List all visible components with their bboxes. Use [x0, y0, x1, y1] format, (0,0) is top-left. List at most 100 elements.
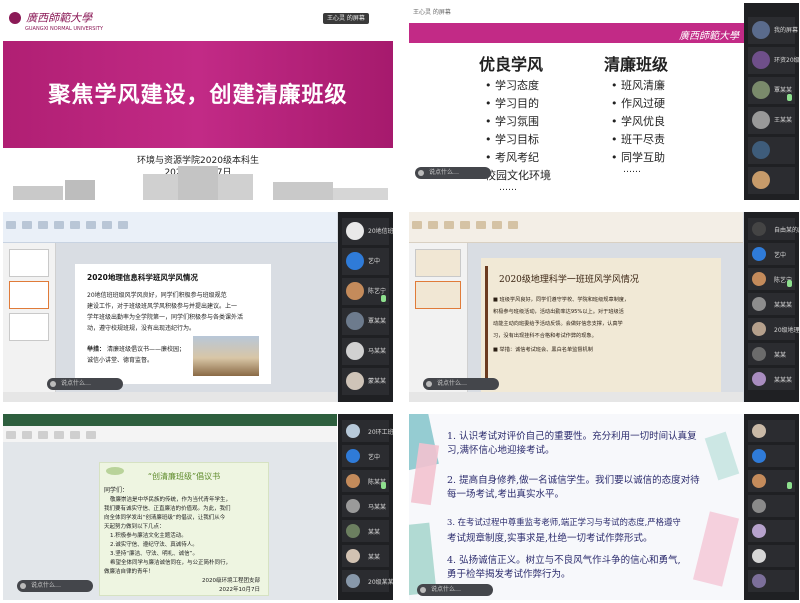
- chat-input[interactable]: 说点什么…: [17, 580, 93, 592]
- avatar: [752, 272, 766, 286]
- slide-thumbnail[interactable]: [415, 281, 461, 309]
- presenter-label[interactable]: 王心灵 的屏幕: [323, 13, 369, 24]
- participant-tile[interactable]: 覃某某: [342, 308, 389, 335]
- avatar: [752, 51, 770, 69]
- participant-tile[interactable]: 马某某: [342, 338, 389, 365]
- participant-tile[interactable]: 环资20级班主任: [748, 47, 799, 74]
- body-line: 敬廉崇洁是中华民族的传统，作为当代青年学生，: [110, 497, 232, 503]
- avatar: [752, 297, 766, 311]
- mic-icon: [381, 482, 386, 489]
- toolbar-button[interactable]: [22, 221, 32, 229]
- toolbar-button[interactable]: [508, 221, 518, 229]
- slide-thumbnail[interactable]: [9, 313, 49, 341]
- toolbar-button[interactable]: [54, 431, 64, 439]
- participant-tile[interactable]: [748, 420, 795, 442]
- editor-toolbar: [3, 212, 337, 243]
- avatar: [346, 549, 360, 563]
- list-item: ……: [499, 183, 517, 193]
- chat-input[interactable]: 说点什么…: [47, 378, 123, 390]
- toolbar-button[interactable]: [70, 431, 80, 439]
- slide-thumbnail[interactable]: [415, 249, 461, 277]
- list-item: • 同学互助: [611, 151, 665, 164]
- toolbar-button[interactable]: [118, 221, 128, 229]
- chat-input[interactable]: 说点什么…: [415, 167, 491, 179]
- pledge-line: 勇于检举揭发考试作弊行为。: [447, 569, 571, 580]
- participant-tile[interactable]: 某某: [342, 545, 389, 567]
- slide-heading: 2020地理信息科学班风学风情况: [87, 273, 198, 282]
- participant-tile[interactable]: 20地信班的屏幕: [342, 218, 393, 245]
- participant-tile[interactable]: [748, 167, 795, 194]
- participant-tile[interactable]: 艺中: [342, 248, 389, 275]
- participant-tile[interactable]: 自由某的屏幕共享: [748, 218, 799, 240]
- status-bar: [3, 392, 337, 402]
- pledge-line: 1. 认识考试对评价自己的重要性。充分利用一切时间认真复: [447, 431, 697, 442]
- participant-tile[interactable]: 某某: [342, 520, 389, 542]
- list-item: • 学习目标: [485, 133, 539, 146]
- chat-input[interactable]: 说点什么…: [417, 584, 493, 596]
- toolbar-button[interactable]: [54, 221, 64, 229]
- slide-thumbnail[interactable]: [9, 249, 49, 277]
- participant-tile[interactable]: [748, 137, 795, 164]
- avatar: [346, 312, 364, 330]
- avatar: [752, 372, 766, 386]
- letter-signature: 2020级环境工程团支部: [202, 578, 260, 584]
- participant-tile[interactable]: 陈艺宁: [342, 278, 389, 305]
- participant-tile[interactable]: 某某某: [748, 368, 795, 390]
- slide-thumbnail[interactable]: [9, 281, 49, 309]
- toolbar-button[interactable]: [412, 221, 422, 229]
- chat-input[interactable]: 说点什么…: [423, 378, 499, 390]
- list-item: • 学风优良: [611, 115, 665, 128]
- toolbar-button[interactable]: [38, 431, 48, 439]
- pledge-line: 2. 提高自身修养,做一名诚信学生。我们要以诚信的态度对待: [447, 475, 700, 486]
- chat-icon: [426, 381, 432, 387]
- participant-tile[interactable]: 某某: [748, 343, 795, 365]
- presenter-label[interactable]: 王心灵 的屏幕: [413, 7, 451, 16]
- toolbar-button[interactable]: [38, 221, 48, 229]
- avatar: [346, 372, 364, 390]
- participant-tile[interactable]: 某某某: [748, 293, 795, 315]
- proposal-letter: “创清廉班级”倡议书 同学们： 敬廉崇洁是中华民族的传统，作为当代青年学生， 我…: [99, 462, 269, 596]
- participant-tile[interactable]: 覃某某: [748, 77, 795, 104]
- toolbar-button[interactable]: [460, 221, 470, 229]
- participant-tile[interactable]: 蒙某某: [342, 368, 389, 395]
- toolbar-button[interactable]: [476, 221, 486, 229]
- toolbar-button[interactable]: [6, 221, 16, 229]
- participant-tile[interactable]: 陈某某: [342, 470, 389, 492]
- body-line: 天起努力做到以下几点：: [104, 524, 165, 530]
- toolbar-button[interactable]: [102, 221, 112, 229]
- col1-title: 优良学风: [479, 55, 544, 74]
- toolbar-button[interactable]: [428, 221, 438, 229]
- participant-tile[interactable]: 艺中: [748, 243, 795, 265]
- participant-sidebar: [744, 414, 799, 600]
- body-line: 做廉洁自律的青年！: [104, 569, 154, 575]
- toolbar-button[interactable]: [86, 221, 96, 229]
- participant-tile[interactable]: [748, 495, 795, 517]
- toolbar-button[interactable]: [492, 221, 502, 229]
- mic-icon: [787, 94, 792, 101]
- toolbar-button[interactable]: [22, 431, 32, 439]
- toolbar-button[interactable]: [86, 431, 96, 439]
- participant-tile[interactable]: 陈艺宁: [748, 268, 795, 290]
- toolbar-button[interactable]: [444, 221, 454, 229]
- toolbar-button[interactable]: [70, 221, 80, 229]
- participant-tile[interactable]: 20级某某某: [342, 570, 393, 592]
- participant-tile[interactable]: 20环工班长某某的屏幕: [342, 420, 393, 442]
- chat-icon: [20, 583, 26, 589]
- avatar: [752, 474, 766, 488]
- participant-tile[interactable]: 20级地理某某某: [748, 318, 799, 340]
- participant-tile[interactable]: [748, 570, 795, 592]
- participant-sidebar: 自由某的屏幕共享 艺中 陈艺宁 某某某 20级地理某某某 某某 某某某: [744, 212, 799, 402]
- avatar: [752, 499, 766, 513]
- participant-tile[interactable]: [748, 545, 795, 567]
- toolbar-button[interactable]: [6, 431, 16, 439]
- list-item: • 作风过硬: [611, 97, 665, 110]
- participant-tile[interactable]: [748, 470, 795, 492]
- participant-tile[interactable]: 王某某: [748, 107, 795, 134]
- avatar: [752, 322, 766, 336]
- participant-tile[interactable]: 艺中: [342, 445, 389, 467]
- slide-accent-bar: [485, 266, 488, 384]
- participant-tile[interactable]: 马某某: [342, 495, 389, 517]
- participant-tile[interactable]: 我的屏幕: [748, 17, 798, 44]
- participant-tile[interactable]: [748, 445, 795, 467]
- participant-tile[interactable]: [748, 520, 795, 542]
